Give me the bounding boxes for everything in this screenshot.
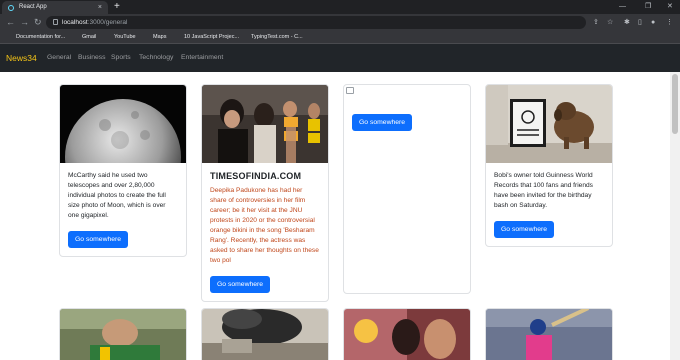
card-description: Bobi's owner told Guinness World Records… xyxy=(494,172,593,209)
crowd-photo xyxy=(202,85,328,163)
go-somewhere-button[interactable]: Go somewhere xyxy=(494,221,555,238)
new-tab-button[interactable]: + xyxy=(114,0,120,14)
forward-arrow-icon[interactable]: → xyxy=(20,14,29,31)
minimize-icon[interactable]: — xyxy=(619,0,626,14)
card-body: TIMESOFINDIA.COM Deepika Padukone has ha… xyxy=(202,163,328,301)
news-card: TIMESOFINDIA.COM Deepika Padukone has ha… xyxy=(201,84,329,302)
nav-link-business[interactable]: Business xyxy=(78,44,106,72)
sidebar-icon[interactable]: ▯ xyxy=(638,14,642,31)
maximize-icon[interactable]: ❐ xyxy=(645,0,651,14)
nav-link-technology[interactable]: Technology xyxy=(139,44,173,72)
star-icon[interactable]: ☆ xyxy=(607,14,613,31)
profile-icon[interactable]: ● xyxy=(651,14,655,31)
globe-icon xyxy=(174,32,181,39)
maps-icon xyxy=(143,32,150,39)
nav-link-entertainment[interactable]: Entertainment xyxy=(181,44,223,72)
bookmark-item[interactable]: YouTube xyxy=(104,31,136,44)
scrollbar-thumb[interactable] xyxy=(672,74,678,134)
card-title: TIMESOFINDIA.COM xyxy=(210,171,302,181)
youtube-icon xyxy=(104,32,111,39)
bookmark-item[interactable]: 10 JavaScript Projec... xyxy=(174,31,239,44)
typingtest-icon xyxy=(241,32,248,39)
actors-photo xyxy=(344,309,470,360)
card-body: Go somewhere xyxy=(344,85,470,139)
bookmark-item[interactable]: TypingTest.com - C... xyxy=(241,31,303,44)
close-icon[interactable]: × xyxy=(98,1,102,14)
address-bar[interactable]: localhost:3000/general xyxy=(46,16,586,29)
share-icon[interactable]: ⇪ xyxy=(593,14,599,31)
news-card xyxy=(485,308,613,360)
news-card: McCarthy said he used two telescopes and… xyxy=(59,84,187,257)
cricketer-photo xyxy=(60,309,186,360)
smoke-photo xyxy=(202,309,328,360)
dog-with-certificate-photo xyxy=(486,85,612,163)
bookmark-item[interactable]: Maps xyxy=(143,31,166,44)
batsman-photo xyxy=(486,309,612,360)
url-text: localhost:3000/general xyxy=(62,19,128,26)
page-scrollbar[interactable] xyxy=(670,72,680,360)
broken-image-icon xyxy=(346,87,354,94)
moon-photo xyxy=(60,85,186,163)
back-arrow-icon[interactable]: ← xyxy=(6,14,15,31)
go-somewhere-button[interactable]: Go somewhere xyxy=(352,114,413,131)
tab-title: React App xyxy=(19,4,47,10)
react-icon xyxy=(8,5,14,11)
browser-toolbar: ← → ↻ localhost:3000/general ⇪ ☆ ✱ ▯ ● ⋮ xyxy=(0,14,680,31)
brand-logo[interactable]: News34 xyxy=(6,44,37,72)
go-somewhere-button[interactable]: Go somewhere xyxy=(210,276,271,293)
info-icon[interactable] xyxy=(53,19,58,25)
browser-tab[interactable]: React App × xyxy=(2,1,108,14)
browser-tab-strip: React App × + — ❐ ✕ xyxy=(0,0,680,14)
card-body: McCarthy said he used two telescopes and… xyxy=(60,163,186,256)
news-card xyxy=(343,308,471,360)
news-card: Bobi's owner told Guinness World Records… xyxy=(485,84,613,247)
app-navbar: News34 General Business Sports Technolog… xyxy=(0,44,680,72)
news-card xyxy=(59,308,187,360)
menu-icon[interactable]: ⋮ xyxy=(666,14,673,31)
bookmarks-bar: Documentation for... Gmail YouTube Maps … xyxy=(0,31,680,44)
gmail-icon xyxy=(72,32,79,39)
card-description: Deepika Padukone has had her share of co… xyxy=(210,187,319,264)
nav-link-general[interactable]: General xyxy=(47,44,71,72)
news-card: Go somewhere xyxy=(343,84,471,294)
nav-link-sports[interactable]: Sports xyxy=(111,44,131,72)
card-description: McCarthy said he used two telescopes and… xyxy=(68,172,166,219)
go-somewhere-button[interactable]: Go somewhere xyxy=(68,231,129,248)
reload-icon[interactable]: ↻ xyxy=(34,14,42,31)
bookmark-item[interactable]: Documentation for... xyxy=(6,31,65,44)
card-body: Bobi's owner told Guinness World Records… xyxy=(486,163,612,246)
bookmark-folder-icon xyxy=(6,32,13,39)
extensions-icon[interactable]: ✱ xyxy=(624,14,630,31)
close-window-icon[interactable]: ✕ xyxy=(667,0,673,14)
bookmark-item[interactable]: Gmail xyxy=(72,31,96,44)
news-card xyxy=(201,308,329,360)
